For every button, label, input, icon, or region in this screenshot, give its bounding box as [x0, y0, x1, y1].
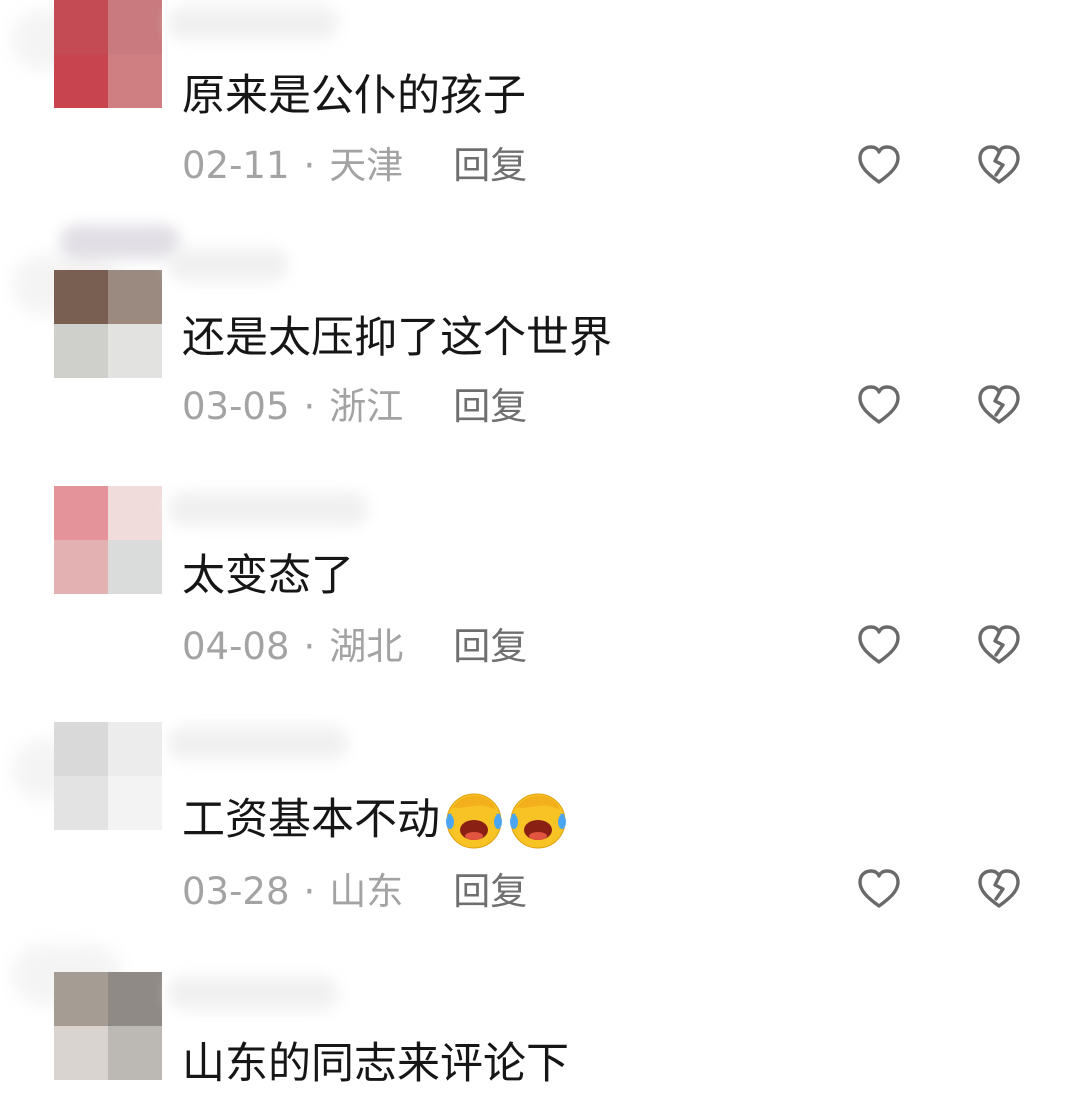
- comment-text: 工资基本不动: [182, 790, 568, 850]
- avatar-pixel: [54, 972, 108, 1026]
- meta-separator: ·: [303, 870, 316, 913]
- comment-meta: 02-11 · 天津 回复: [182, 144, 527, 188]
- comment-date: 04-08: [182, 625, 290, 668]
- broken-heart-icon[interactable]: [974, 380, 1024, 430]
- avatar[interactable]: [54, 972, 162, 1080]
- heart-outline-icon[interactable]: [854, 620, 904, 670]
- avatar-pixel: [108, 270, 162, 324]
- blurred-username: [168, 492, 368, 526]
- comment-date: 03-28: [182, 870, 290, 913]
- comment-text: 原来是公仆的孩子: [182, 70, 526, 122]
- comment-location: 天津: [329, 144, 404, 187]
- comment-text-content: 工资基本不动: [182, 795, 440, 845]
- comment-location: 浙江: [329, 385, 404, 428]
- heart-outline-icon[interactable]: [854, 864, 904, 914]
- comment-location: 山东: [329, 870, 404, 913]
- avatar-pixel: [108, 54, 162, 108]
- broken-heart-icon[interactable]: [974, 620, 1024, 670]
- avatar-pixel: [108, 324, 162, 378]
- avatar[interactable]: [54, 486, 162, 594]
- meta-separator: ·: [303, 144, 316, 187]
- blurred-username: [168, 976, 338, 1010]
- reply-button[interactable]: 回复: [453, 144, 527, 188]
- comment-date: 03-05: [182, 385, 290, 428]
- comment-text-content: 还是太压抑了这个世界: [182, 313, 612, 363]
- reply-button[interactable]: 回复: [453, 870, 527, 914]
- avatar-pixel: [54, 324, 108, 378]
- avatar-pixel: [54, 776, 108, 830]
- avatar-pixel: [54, 486, 108, 540]
- avatar-pixel: [54, 54, 108, 108]
- avatar-pixel: [108, 0, 162, 54]
- meta-separator: ·: [303, 385, 316, 428]
- comment-text-content: 山东的同志来评论下: [182, 1039, 569, 1089]
- avatar[interactable]: [54, 270, 162, 378]
- avatar-pixel: [108, 540, 162, 594]
- blurred-username: [168, 6, 338, 40]
- comment-text: 太变态了: [182, 550, 354, 602]
- avatar-pixel: [54, 722, 108, 776]
- heart-outline-icon[interactable]: [854, 140, 904, 190]
- avatar-pixel: [54, 540, 108, 594]
- reply-button[interactable]: 回复: [453, 625, 527, 669]
- facepalm-laughing-emoji: [508, 790, 568, 850]
- blurred-username: [168, 726, 348, 760]
- broken-heart-icon[interactable]: [974, 140, 1024, 190]
- comment-date: 02-11: [182, 144, 290, 187]
- avatar-pixel: [54, 0, 108, 54]
- comment-location: 湖北: [329, 625, 404, 668]
- meta-separator: ·: [303, 625, 316, 668]
- reply-button[interactable]: 回复: [453, 385, 527, 429]
- comment-meta: 03-28 · 山东 回复: [182, 870, 527, 914]
- blurred-username: [60, 225, 180, 259]
- avatar-pixel: [108, 486, 162, 540]
- avatar-pixel: [54, 1026, 108, 1080]
- comment-text-content: 原来是公仆的孩子: [182, 71, 526, 121]
- comment-meta: 03-05 · 浙江 回复: [182, 385, 527, 429]
- avatar-pixel: [108, 972, 162, 1026]
- avatar[interactable]: [54, 0, 162, 108]
- comment-text: 还是太压抑了这个世界: [182, 312, 612, 364]
- avatar[interactable]: [54, 722, 162, 830]
- blurred-username: [168, 248, 288, 282]
- comment-text: 山东的同志来评论下: [182, 1038, 569, 1090]
- broken-heart-icon[interactable]: [974, 864, 1024, 914]
- avatar-pixel: [108, 776, 162, 830]
- avatar-pixel: [54, 270, 108, 324]
- comment-text-content: 太变态了: [182, 551, 354, 601]
- comment-meta: 04-08 · 湖北 回复: [182, 625, 527, 669]
- facepalm-laughing-emoji: [444, 790, 504, 850]
- heart-outline-icon[interactable]: [854, 380, 904, 430]
- avatar-pixel: [108, 722, 162, 776]
- avatar-pixel: [108, 1026, 162, 1080]
